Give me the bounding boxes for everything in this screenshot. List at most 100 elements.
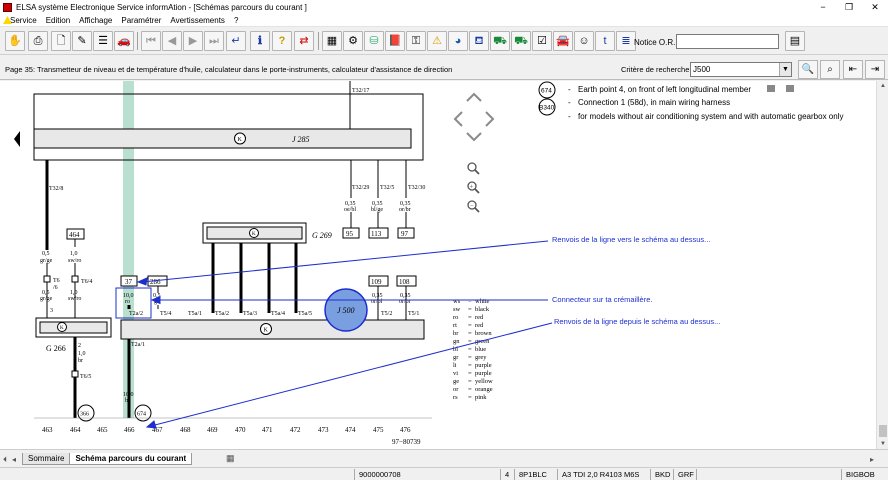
- return-icon[interactable]: ↵: [226, 31, 246, 51]
- wire-color: ro: [125, 299, 130, 305]
- svg-text:red: red: [475, 322, 484, 329]
- jump-next-icon[interactable]: ⇥: [865, 60, 885, 79]
- checklist-icon[interactable]: ☑: [532, 31, 552, 51]
- document-edit-icon[interactable]: ✎: [72, 31, 92, 51]
- zoom-controls[interactable]: + −: [467, 162, 480, 213]
- pan-control[interactable]: [453, 92, 495, 142]
- coordinate-label: 463: [42, 426, 53, 434]
- coordinate-label: 465: [97, 426, 108, 434]
- tab-resize-icon[interactable]: ▦: [226, 453, 235, 464]
- svg-text:=: =: [468, 322, 472, 329]
- text-icon[interactable]: t: [595, 31, 615, 51]
- window-title: ELSA système Electronique Service inform…: [16, 2, 307, 12]
- scrollbar-thumb[interactable]: [879, 425, 887, 437]
- schematic-canvas[interactable]: K J 285 T32/17 T32/8 0,5 gr/ge T32/29 T3…: [0, 81, 876, 449]
- menu-affichage[interactable]: Affichage: [77, 16, 114, 25]
- pan-left-icon[interactable]: [453, 111, 463, 127]
- scroll-up-icon[interactable]: ▲: [877, 81, 888, 91]
- svg-text:ge: ge: [453, 378, 459, 385]
- tab-prev-icon[interactable]: ◂: [12, 455, 16, 464]
- bucket-icon[interactable]: ⛾: [469, 31, 489, 51]
- svg-text:=: =: [468, 354, 472, 361]
- tab-next-icon[interactable]: ▸: [870, 455, 874, 464]
- schematic-svg: K J 285 T32/17 T32/8 0,5 gr/ge T32/29 T3…: [14, 81, 843, 446]
- previous-page-icon[interactable]: ◀: [162, 31, 182, 51]
- connector-label: T5/1: [408, 311, 419, 317]
- minimize-button[interactable]: −: [810, 0, 836, 14]
- database-icon[interactable]: ⛁: [364, 31, 384, 51]
- truck-icon[interactable]: ⛟: [511, 31, 531, 51]
- status-count: 4: [500, 469, 514, 480]
- pan-up-icon[interactable]: [466, 92, 482, 102]
- menu-help[interactable]: ?: [232, 16, 240, 25]
- wire-size: 1,0: [70, 251, 78, 257]
- criteria-value: J500: [693, 65, 711, 74]
- wire-size: 1,0: [78, 351, 86, 357]
- print-icon[interactable]: ⎙: [28, 31, 48, 51]
- car-icon[interactable]: 🚗: [114, 31, 134, 51]
- tab-first-icon[interactable]: ⏴: [3, 455, 7, 465]
- svg-text:pink: pink: [475, 394, 487, 401]
- sign-icon[interactable]: ✋: [5, 31, 25, 51]
- vertical-scrollbar[interactable]: ▲ ▼: [876, 81, 888, 449]
- notice-input[interactable]: [676, 34, 779, 49]
- svg-text:=: =: [468, 378, 472, 385]
- wire-color: br: [125, 398, 130, 404]
- wire-color: br: [78, 358, 83, 364]
- svg-text:=: =: [468, 386, 472, 393]
- maximize-button[interactable]: ❐: [836, 0, 862, 14]
- search-icon[interactable]: 🔍: [798, 60, 818, 79]
- menu-service[interactable]: Service: [8, 16, 39, 25]
- svg-text:=: =: [468, 314, 472, 321]
- criteria-select[interactable]: J500 ▼: [690, 62, 792, 77]
- calendar-icon[interactable]: ▤: [785, 31, 805, 51]
- toolbar: ✋ ⎙ 🗋 ✎ ☰ 🚗 ⏮ ◀ ▶ ⏭ ↵ ℹ ? ⇄ ▦ ⚙ ⛁ 📕 ⚿ ⚠ …: [0, 28, 888, 55]
- page-title: Page 35: Transmetteur de niveau et de te…: [5, 65, 453, 74]
- svg-text:K: K: [238, 137, 243, 143]
- first-page-icon[interactable]: ⏮: [141, 31, 161, 51]
- reference-box: 109: [371, 278, 382, 286]
- tab-schema[interactable]: Schéma parcours du courant: [69, 453, 193, 465]
- svg-text:=: =: [468, 362, 472, 369]
- menu-parametrer[interactable]: Paramétrer: [119, 16, 163, 25]
- connector-label: T6: [53, 278, 60, 284]
- scroll-down-icon[interactable]: ▼: [877, 439, 888, 449]
- pan-down-icon[interactable]: [466, 132, 482, 142]
- globe-icon[interactable]: ◕: [448, 31, 468, 51]
- svg-text:li: li: [453, 362, 457, 369]
- close-button[interactable]: ✕: [862, 0, 888, 14]
- tab-sommaire[interactable]: Sommaire: [22, 453, 71, 465]
- car-green-icon[interactable]: ⛟: [490, 31, 510, 51]
- book-icon[interactable]: 📕: [385, 31, 405, 51]
- svg-text:gr: gr: [453, 354, 459, 361]
- svg-text:=: =: [468, 346, 472, 353]
- next-page-icon[interactable]: ▶: [183, 31, 203, 51]
- coordinate-label: 476: [400, 426, 411, 434]
- vehicle-icon[interactable]: 🚘: [553, 31, 573, 51]
- svg-text:K: K: [60, 326, 64, 331]
- svg-text:674: 674: [541, 88, 552, 95]
- help-icon[interactable]: ?: [272, 31, 292, 51]
- info-icon[interactable]: ℹ: [250, 31, 270, 51]
- stack-icon[interactable]: ≣: [616, 31, 636, 51]
- wire-color: gr/ge: [40, 296, 53, 302]
- last-page-icon[interactable]: ⏭: [204, 31, 224, 51]
- pan-right-icon[interactable]: [485, 111, 495, 127]
- list-icon[interactable]: ☰: [93, 31, 113, 51]
- person-icon[interactable]: ☺: [574, 31, 594, 51]
- new-document-icon[interactable]: 🗋: [51, 31, 71, 51]
- svg-text:or: or: [453, 386, 459, 393]
- calculator-icon[interactable]: ▦: [322, 31, 342, 51]
- warning-triangle-icon[interactable]: ⚠: [427, 31, 447, 51]
- app-icon: [3, 2, 12, 12]
- key-icon[interactable]: ⚿: [406, 31, 426, 51]
- binoculars-icon[interactable]: ⌕: [820, 60, 840, 79]
- zoom-icon[interactable]: [467, 162, 477, 172]
- jump-back-icon[interactable]: ⇤: [843, 60, 863, 79]
- menu-avertissements[interactable]: Avertissements: [168, 16, 227, 25]
- connector-label: T2a/2: [129, 311, 143, 317]
- swap-icon[interactable]: ⇄: [294, 31, 314, 51]
- status-engine: BKD: [650, 469, 673, 480]
- parts-icon[interactable]: ⚙: [343, 31, 363, 51]
- menu-edition[interactable]: Edition: [44, 16, 72, 25]
